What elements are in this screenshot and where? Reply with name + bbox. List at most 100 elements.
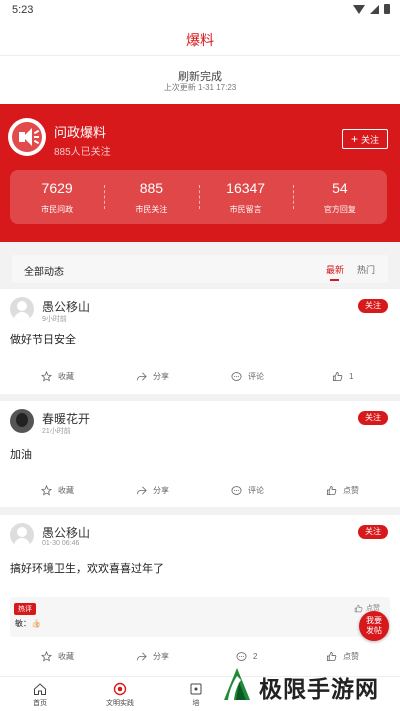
stat-label: 市民问政 (41, 205, 74, 214)
share-button[interactable]: 分享 (136, 485, 169, 496)
system-icons (353, 4, 390, 14)
post-username[interactable]: 愚公移山 (42, 298, 90, 315)
thumbs-up-icon (326, 651, 337, 662)
share-label: 分享 (153, 652, 169, 661)
avatar[interactable] (10, 409, 34, 433)
watermark-logo-icon (221, 664, 253, 702)
fab-line2: 发帖 (366, 626, 382, 635)
nav-training-label: 培 (192, 700, 200, 707)
thumbs-up-icon (326, 485, 337, 496)
nav-practice-label: 文明实践 (106, 700, 134, 707)
comment-button[interactable]: 2 (236, 651, 257, 662)
follow-button[interactable]: 关注 (358, 411, 388, 425)
signal-icon (370, 4, 379, 14)
thumbs-up-icon (354, 604, 363, 612)
share-label: 分享 (153, 486, 169, 495)
watermark-text: 极限手游网 (259, 677, 379, 703)
comment-icon (231, 372, 242, 381)
share-label: 分享 (153, 372, 169, 381)
post-actions: 收藏 分享 评论 点赞 (0, 481, 400, 501)
stat-item: 54 官方回复 (292, 170, 387, 224)
nav-practice[interactable]: 文明实践 (90, 682, 150, 708)
comment-button[interactable]: 评论 (231, 485, 264, 496)
post-actions: 收藏 分享 评论 1 (0, 367, 400, 387)
hot-review-tag: 热评 (14, 603, 36, 615)
post-content: 做好节日安全 (10, 334, 76, 346)
comment-button[interactable]: 评论 (231, 371, 264, 382)
hot-review[interactable]: 热评 敏：👍🏻 点赞 (10, 597, 390, 637)
share-icon (136, 652, 147, 661)
stat-value: 54 (332, 180, 348, 196)
channel-banner: 问政爆料 885人已关注 + 关注 7629 市民问政 885 市民关注 163… (0, 104, 400, 242)
post-username[interactable]: 春暖花开 (42, 410, 90, 427)
home-icon (34, 683, 46, 695)
channel-name: 问政爆料 (54, 125, 107, 140)
follow-button[interactable]: 关注 (358, 525, 388, 539)
collect-button[interactable]: 收藏 (41, 485, 74, 496)
status-time: 5:23 (12, 4, 34, 16)
refresh-last-update: 上次更新 1-31 17:23 (163, 83, 237, 92)
follow-button[interactable]: 关注 (358, 299, 388, 313)
watermark: 极限手游网 (216, 662, 400, 711)
like-button[interactable]: 点赞 (326, 651, 359, 662)
like-count: 1 (349, 372, 354, 381)
collect-button[interactable]: 收藏 (41, 371, 74, 382)
post-time: 01-30 06:46 (42, 540, 80, 547)
star-icon (41, 371, 52, 382)
top-bar: 爆料 (0, 20, 400, 56)
like-button[interactable]: 点赞 (326, 485, 359, 496)
channel-stats: 7629 市民问政 885 市民关注 16347 市民留言 54 官方回复 (10, 170, 387, 224)
post-content: 加油 (10, 449, 32, 461)
like-label: 点赞 (343, 486, 359, 495)
channel-logo (8, 118, 46, 156)
like-label: 点赞 (343, 652, 359, 661)
nav-home-label: 首页 (33, 700, 47, 707)
stat-label: 市民关注 (135, 205, 168, 214)
post-username[interactable]: 愚公移山 (42, 524, 90, 541)
plus-icon: + (350, 132, 358, 146)
stat-value: 16347 (226, 180, 266, 196)
share-icon (136, 486, 147, 495)
channel-followers: 885人已关注 (54, 147, 111, 158)
practice-icon (113, 682, 127, 696)
collect-button[interactable]: 收藏 (41, 651, 74, 662)
post-card[interactable]: 愚公移山 9小时前 关注 做好节日安全 收藏 分享 评论 1 (0, 289, 400, 394)
page-title: 爆料 (186, 32, 214, 48)
star-icon (41, 485, 52, 496)
wifi-icon (353, 4, 365, 14)
stat-item: 885 市民关注 (104, 170, 198, 224)
fab-line1: 我要 (366, 616, 382, 625)
nav-home[interactable]: 首页 (10, 682, 70, 708)
feed-title: 全部动态 (24, 267, 64, 278)
share-button[interactable]: 分享 (136, 371, 169, 382)
collect-label: 收藏 (58, 486, 74, 495)
channel-follow-button[interactable]: + 关注 (342, 129, 388, 149)
stat-value: 7629 (41, 180, 73, 196)
hot-review-text: 敏：👍🏻 (15, 619, 41, 628)
collect-label: 收藏 (58, 372, 74, 381)
post-card[interactable]: 愚公移山 01-30 06:46 关注 搞好环境卫生，欢欢喜喜过年了 热评 敏：… (0, 515, 400, 676)
thumbs-up-icon (332, 371, 343, 382)
avatar[interactable] (10, 523, 34, 547)
comment-icon (231, 486, 242, 495)
collect-label: 收藏 (58, 652, 74, 661)
share-icon (136, 372, 147, 381)
tab-latest[interactable]: 最新 (326, 263, 344, 281)
avatar[interactable] (10, 297, 34, 321)
battery-icon (384, 4, 390, 14)
tab-hot[interactable]: 热门 (357, 263, 375, 276)
comment-label: 评论 (248, 486, 264, 495)
stat-value: 885 (139, 180, 164, 196)
new-post-fab[interactable]: 我要 发帖 (359, 611, 389, 641)
stat-item: 16347 市民留言 (198, 170, 293, 224)
post-card[interactable]: 春暖花开 21小时前 关注 加油 收藏 分享 评论 点赞 (0, 401, 400, 507)
status-bar: 5:23 (0, 0, 400, 20)
training-icon (190, 683, 202, 695)
stat-label: 官方回复 (323, 205, 356, 214)
post-content: 搞好环境卫生，欢欢喜喜过年了 (10, 563, 164, 575)
stat-item: 7629 市民问政 (10, 170, 104, 224)
like-button[interactable]: 1 (332, 371, 353, 382)
share-button[interactable]: 分享 (136, 651, 169, 662)
comment-count: 2 (253, 652, 258, 661)
comment-label: 评论 (248, 372, 264, 381)
